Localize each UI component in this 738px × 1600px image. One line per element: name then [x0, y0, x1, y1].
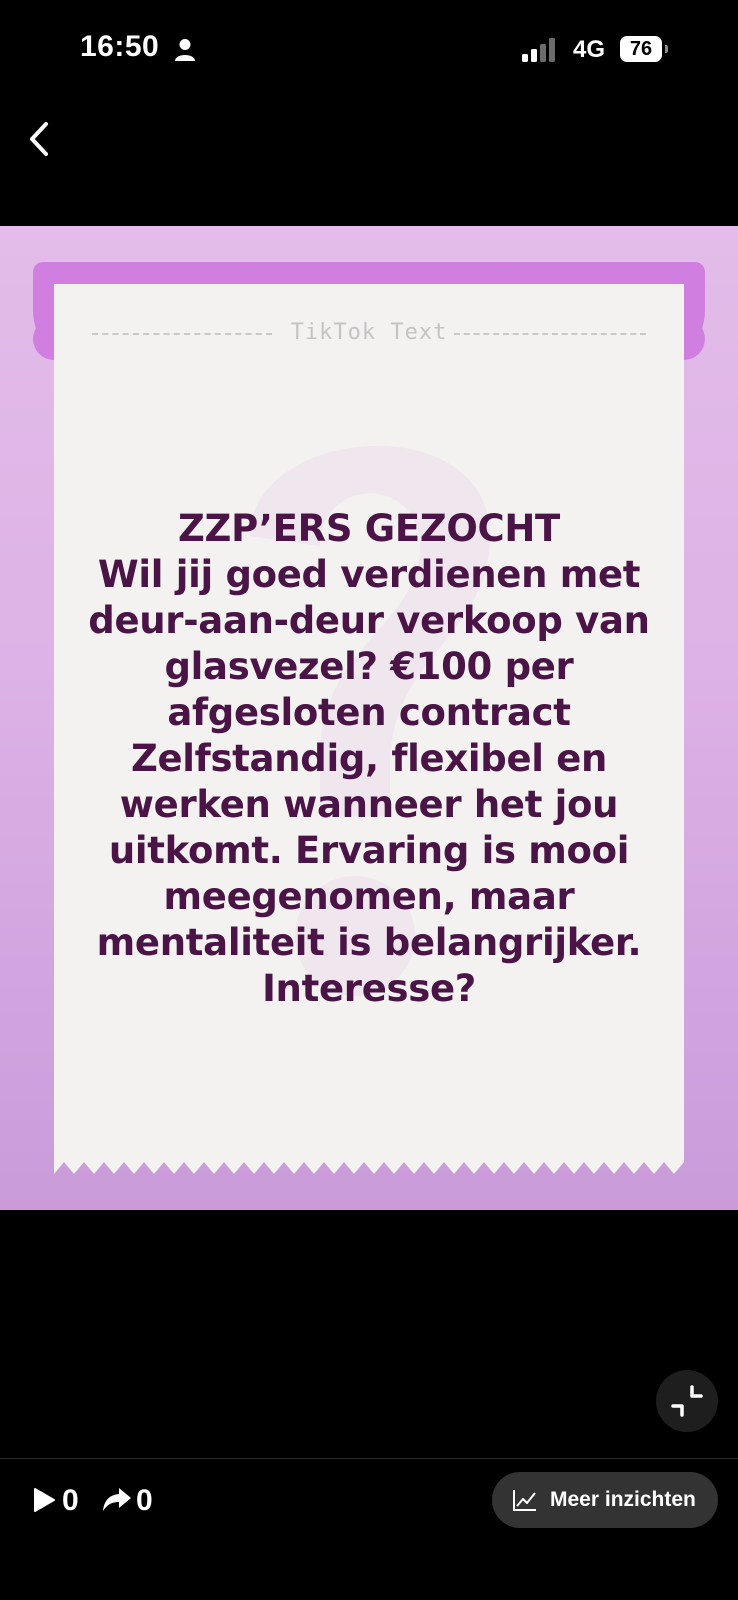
play-icon [34, 1488, 55, 1512]
more-insights-button[interactable]: Meer inzichten [492, 1472, 718, 1528]
battery-indicator: 76 [620, 36, 668, 62]
post-text: ZZP’ERS GEZOCHT Wil jij goed verdienen m… [88, 507, 650, 1010]
back-chevron-icon[interactable] [20, 116, 60, 162]
collapse-icon [671, 1385, 703, 1417]
person-icon [175, 39, 195, 61]
share-icon [103, 1488, 131, 1511]
header-dash-right [454, 333, 646, 335]
more-insights-label: Meer inzichten [550, 1488, 696, 1511]
paper-header: TikTok Text [92, 320, 646, 348]
battery-level: 76 [620, 36, 662, 62]
network-type: 4G [573, 36, 606, 63]
paper-torn-edge [54, 1158, 684, 1174]
plays-count: 0 [62, 1484, 79, 1517]
bottom-divider [0, 1458, 738, 1459]
shares-count: 0 [136, 1484, 153, 1517]
collapse-button[interactable] [656, 1370, 718, 1432]
status-time: 16:50 [80, 30, 160, 63]
chart-line-icon [513, 1490, 536, 1511]
battery-tip [665, 45, 668, 53]
post-media[interactable]: TikTok Text ZZP’ERS GEZOCHT Wil jij goed… [0, 226, 738, 1210]
signal-icon [522, 38, 555, 62]
